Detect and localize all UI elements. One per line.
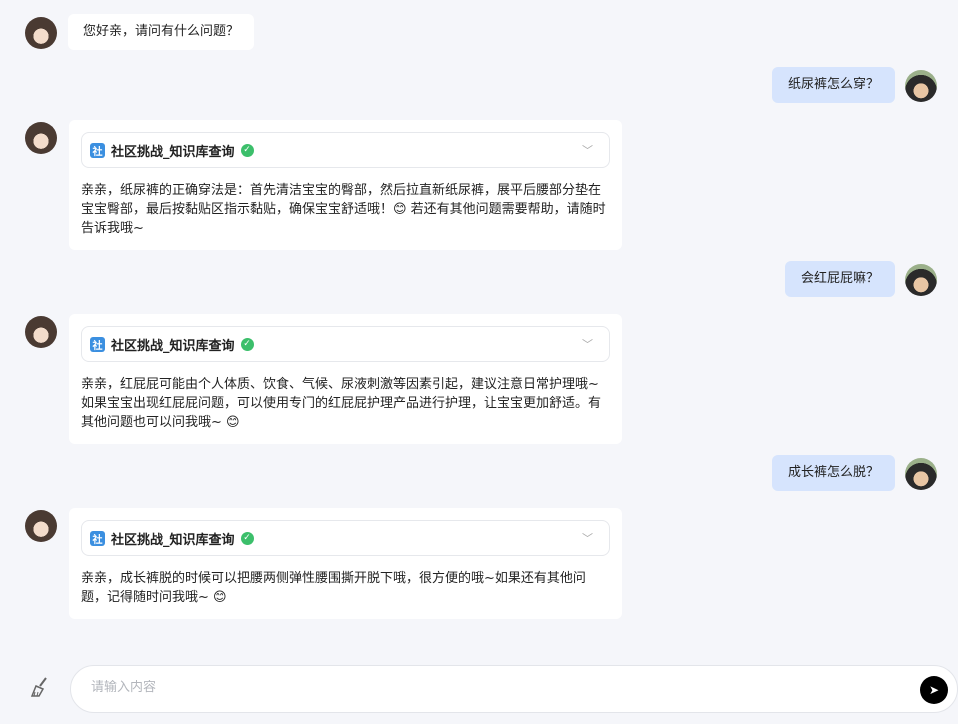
check-icon: ✓ (240, 337, 254, 351)
bot-message: 社 社区挑战_知识库查询 ✓ ﹀ 亲亲，红屁屁可能由个人体质、饮食、气候、尿液刺… (69, 314, 622, 444)
message-text: 成长裤怎么脱？ (787, 465, 879, 480)
clear-chat-broom-icon[interactable] (30, 676, 52, 703)
message-input-box[interactable] (70, 665, 958, 713)
message-text: 会红屁屁嘛？ (800, 271, 879, 286)
knowledge-base-icon: 社 (90, 336, 105, 352)
tool-name: 社区挑战_知识库查询 (111, 144, 235, 160)
tool-call-panel[interactable]: 社 社区挑战_知识库查询 ✓ ﹀ (81, 132, 610, 168)
message-text: 纸尿裤怎么穿？ (787, 77, 879, 92)
bot-message: 您好亲，请问有什么问题？ (68, 14, 255, 50)
tool-call-panel[interactable]: 社 社区挑战_知识库查询 ✓ ﹀ (81, 520, 610, 556)
send-icon: ➤ (928, 683, 940, 697)
chevron-down-icon[interactable]: ﹀ (582, 530, 593, 546)
chevron-down-icon[interactable]: ﹀ (582, 142, 593, 158)
user-message: 成长裤怎么脱？ (771, 455, 895, 491)
tool-name: 社区挑战_知识库查询 (111, 532, 235, 548)
message-text: 亲亲，纸尿裤的正确穿法是：首先清洁宝宝的臀部，然后拉直新纸尿裤，展平后腰部分垫在… (81, 183, 606, 236)
bot-avatar (25, 510, 57, 542)
message-text: 亲亲，红屁屁可能由个人体质、饮食、气候、尿液刺激等因素引起，建议注意日常护理哦~… (81, 377, 602, 430)
user-avatar (905, 70, 937, 102)
message-text: 您好亲，请问有什么问题？ (83, 24, 240, 39)
message-text: 亲亲，成长裤脱的时候可以把腰两侧弹性腰围撕开脱下哦，很方便的哦~如果还有其他问题… (81, 571, 586, 605)
bot-avatar (25, 316, 57, 348)
user-avatar (905, 458, 937, 490)
tool-name: 社区挑战_知识库查询 (111, 338, 235, 354)
chevron-down-icon[interactable]: ﹀ (582, 336, 593, 352)
knowledge-base-icon: 社 (90, 530, 105, 546)
user-avatar (905, 264, 937, 296)
bot-message: 社 社区挑战_知识库查询 ✓ ﹀ 亲亲，纸尿裤的正确穿法是：首先清洁宝宝的臀部，… (69, 120, 622, 250)
tool-call-panel[interactable]: 社 社区挑战_知识库查询 ✓ ﹀ (81, 326, 610, 362)
bot-avatar (25, 17, 57, 49)
user-message: 纸尿裤怎么穿？ (771, 67, 895, 103)
bot-message: 社 社区挑战_知识库查询 ✓ ﹀ 亲亲，成长裤脱的时候可以把腰两侧弹性腰围撕开脱… (69, 508, 622, 619)
user-message: 会红屁屁嘛？ (784, 261, 895, 297)
check-icon: ✓ (240, 531, 254, 545)
bot-avatar (25, 122, 57, 154)
check-icon: ✓ (240, 143, 254, 157)
send-button[interactable]: ➤ (920, 676, 948, 704)
message-input[interactable] (91, 680, 891, 695)
knowledge-base-icon: 社 (90, 142, 105, 158)
